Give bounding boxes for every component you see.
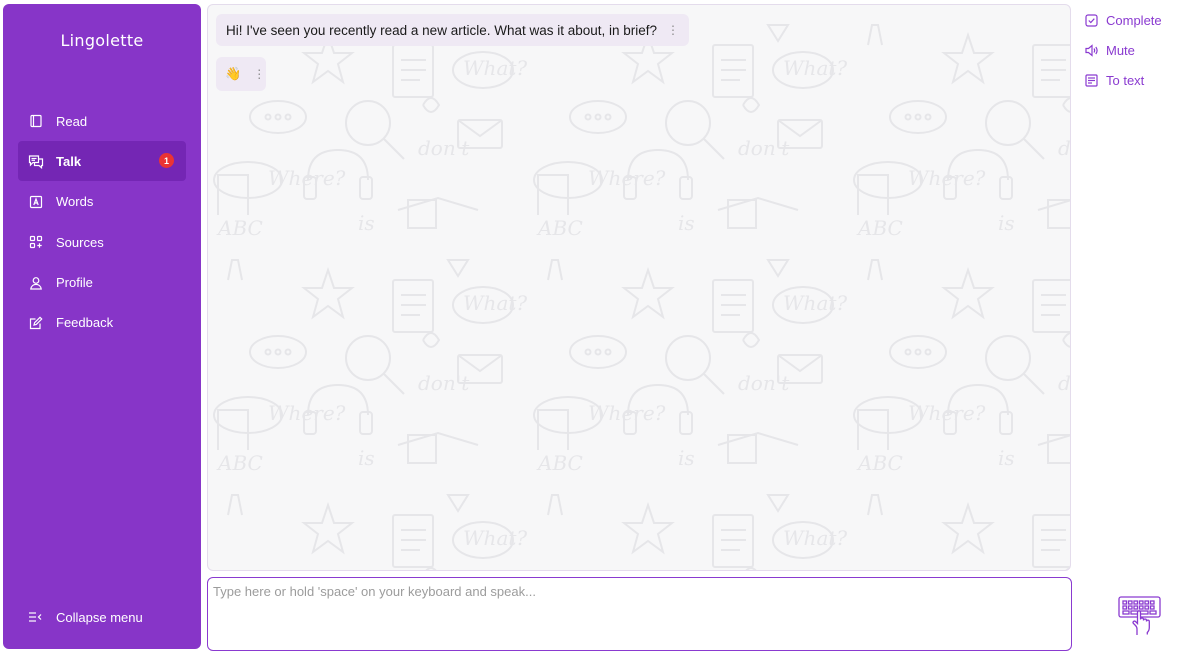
- sidebar-item-label: Profile: [56, 275, 93, 291]
- check-square-icon: [1085, 13, 1099, 27]
- sidebar-item-sources[interactable]: Sources: [18, 222, 186, 262]
- message-more-icon[interactable]: ⋮: [667, 23, 679, 37]
- text-document-icon: [1085, 73, 1099, 87]
- chat-actions: Complete Mute To text: [1085, 12, 1162, 102]
- chat-panel: What? Where? don't is ABC Hi! I've seen …: [207, 4, 1071, 571]
- sidebar-item-profile[interactable]: Profile: [18, 263, 186, 303]
- sidebar-item-feedback[interactable]: Feedback: [18, 303, 186, 343]
- sidebar-item-words[interactable]: Words: [18, 182, 186, 222]
- sidebar-item-read[interactable]: Read: [18, 101, 186, 141]
- keyboard-toggle-button[interactable]: [1117, 593, 1163, 637]
- assistant-message-text: Hi! I've seen you recently read a new ar…: [226, 22, 658, 38]
- collapse-menu-label: Collapse menu: [56, 609, 143, 625]
- reaction-bubble: 👋 ⋮: [216, 57, 266, 91]
- collapse-icon: [28, 609, 44, 625]
- sidebar-item-talk[interactable]: Talk 1: [18, 141, 186, 182]
- user-icon: [28, 275, 44, 291]
- sidebar-nav: Read Talk 1 Words Sources Profile Feedba…: [18, 101, 186, 343]
- book-icon: [28, 113, 44, 129]
- letter-a-icon: [28, 194, 44, 210]
- message-input[interactable]: [213, 584, 1063, 644]
- chat-icon: [28, 153, 44, 169]
- sidebar-item-label: Sources: [56, 234, 104, 250]
- speaker-icon: [1085, 43, 1099, 57]
- reaction-more-icon[interactable]: ⋮: [253, 67, 265, 81]
- complete-button[interactable]: Complete: [1085, 12, 1162, 28]
- sidebar: Lingolette Read Talk 1 Words Sources Pro…: [3, 4, 201, 649]
- sidebar-item-label: Words: [56, 194, 94, 210]
- sidebar-item-label: Talk: [56, 153, 82, 169]
- app-logo[interactable]: Lingolette: [3, 31, 201, 50]
- complete-label: Complete: [1106, 12, 1162, 28]
- sidebar-item-label: Feedback: [56, 315, 114, 331]
- grid-plus-icon: [28, 234, 44, 250]
- assistant-message-bubble: Hi! I've seen you recently read a new ar…: [216, 14, 690, 46]
- sidebar-item-label: Read: [56, 113, 88, 129]
- doodle-background: What? Where? don't is ABC: [208, 5, 1070, 570]
- waving-hand-icon: 👋: [225, 66, 242, 81]
- message-input-container: [207, 577, 1072, 651]
- to-text-button[interactable]: To text: [1085, 72, 1162, 88]
- keyboard-hand-icon: [1118, 596, 1161, 635]
- app-window: Lingolette Read Talk 1 Words Sources Pro…: [0, 0, 1200, 654]
- collapse-menu-button[interactable]: Collapse menu: [28, 609, 143, 625]
- edit-icon: [28, 315, 44, 331]
- mute-button[interactable]: Mute: [1085, 42, 1162, 58]
- to-text-label: To text: [1106, 72, 1145, 88]
- mute-label: Mute: [1106, 42, 1135, 58]
- notification-badge: 1: [159, 153, 174, 169]
